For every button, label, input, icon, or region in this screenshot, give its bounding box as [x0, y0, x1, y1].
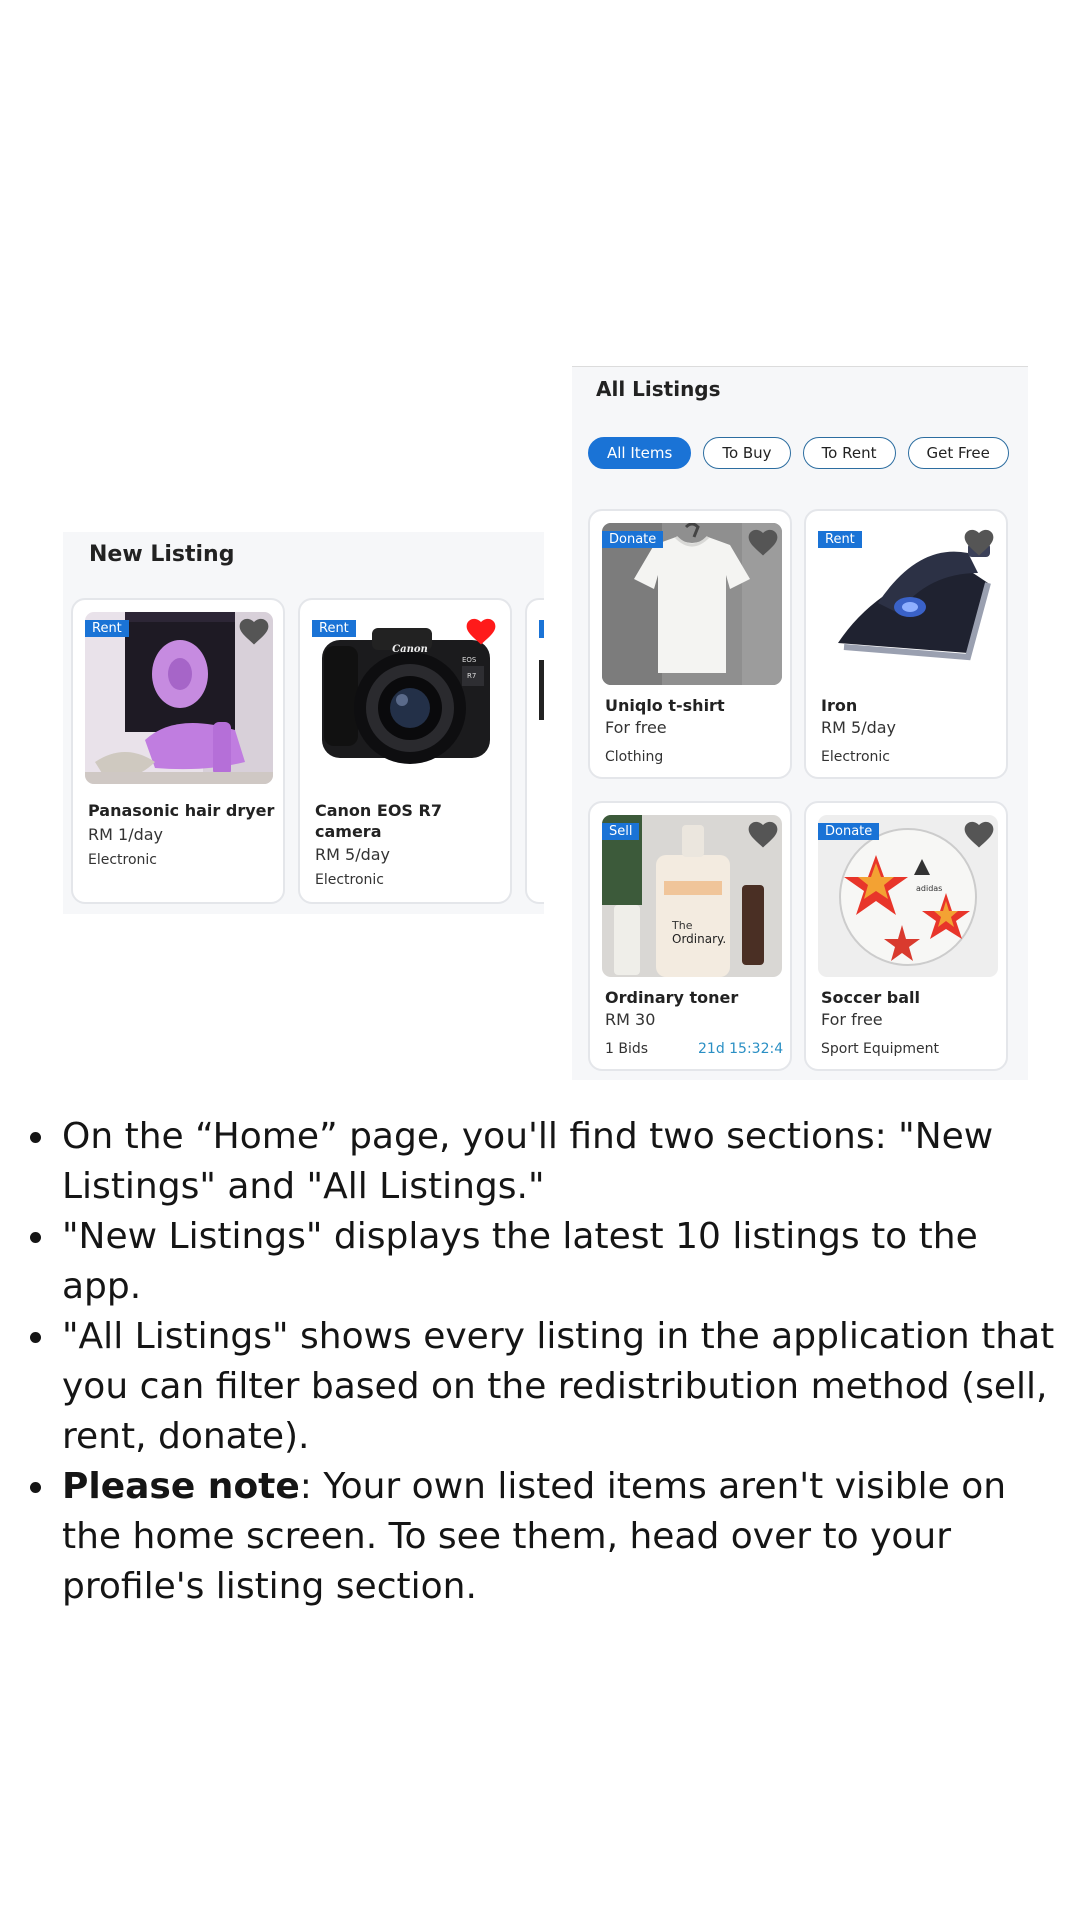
listing-card-iron[interactable]: Rent Iron RM 5/day Electronic — [804, 509, 1008, 779]
new-listing-title: New Listing — [89, 542, 235, 567]
partial-photo — [539, 660, 544, 720]
listing-card-partial[interactable] — [525, 598, 544, 904]
listing-card-tshirt[interactable]: Donate Uniqlo t-shirt For free Clothing — [588, 509, 792, 779]
note-own-items: Please note: Your own listed items aren'… — [26, 1462, 1056, 1612]
note-text: "All Listings" shows every listing in th… — [62, 1316, 1055, 1457]
listing-card-hair-dryer[interactable]: Rent Panasonic hair dryer RM 1/day Elect… — [71, 598, 285, 904]
listing-card-soccer-ball[interactable]: adidas Donate Soccer ball For free Sport… — [804, 801, 1008, 1071]
listing-tag: Donate — [602, 531, 664, 548]
listing-title-line-1: Canon EOS R7 — [315, 801, 442, 820]
listing-tag: Rent — [85, 620, 129, 637]
all-listings-title: All Listings — [596, 377, 721, 401]
listing-title: Panasonic hair dryer — [88, 801, 275, 820]
note-home-sections: On the “Home” page, you'll find two sect… — [26, 1112, 1056, 1212]
filter-to-rent[interactable]: To Rent — [802, 437, 896, 469]
filter-get-free[interactable]: Get Free — [907, 437, 1009, 469]
note-new-listings: "New Listings" displays the latest 10 li… — [26, 1212, 1056, 1312]
listing-price: RM 5/day — [315, 845, 391, 864]
favorite-heart-icon[interactable] — [466, 618, 496, 646]
listing-card-toner[interactable]: The Ordinary. Sell Ordinary toner RM 30 … — [588, 801, 792, 1071]
listing-category: Clothing — [605, 749, 664, 765]
listing-tag: Rent — [818, 531, 862, 548]
note-emphasis: Please note — [62, 1466, 300, 1507]
listing-tag-partial — [539, 620, 544, 638]
listing-title: Uniqlo t-shirt — [605, 696, 725, 715]
listing-title: Soccer ball — [821, 988, 921, 1007]
listing-category: Electronic — [88, 852, 158, 868]
listing-price: RM 1/day — [88, 825, 164, 844]
listing-title-line-2: camera — [315, 822, 382, 841]
listing-price: For free — [821, 1010, 883, 1029]
listing-category: Electronic — [821, 749, 891, 765]
bid-count: 1 Bids — [605, 1041, 649, 1057]
all-listings-section: All Listings All Items To Buy To Rent Ge… — [572, 366, 1028, 1080]
favorite-heart-icon[interactable] — [964, 821, 994, 849]
listing-price: RM 5/day — [821, 718, 897, 737]
listing-tag: Donate — [818, 823, 880, 840]
listing-price: For free — [605, 718, 667, 737]
svg-text:The: The — [671, 919, 693, 932]
filter-all-items[interactable]: All Items — [588, 437, 692, 469]
filter-to-buy[interactable]: To Buy — [703, 437, 791, 469]
svg-text:EOS: EOS — [462, 656, 477, 664]
favorite-heart-icon[interactable] — [748, 529, 778, 557]
listing-category: Sport Equipment — [821, 1041, 940, 1057]
svg-text:Canon: Canon — [392, 644, 428, 655]
listing-title: Ordinary toner — [605, 988, 739, 1007]
listing-price: RM 30 — [605, 1010, 656, 1029]
explanation-list: On the “Home” page, you'll find two sect… — [26, 1112, 1056, 1612]
svg-text:R7: R7 — [467, 672, 476, 680]
listing-tag: Rent — [312, 620, 356, 637]
favorite-heart-icon[interactable] — [239, 618, 269, 646]
svg-text:adidas: adidas — [916, 884, 942, 893]
filter-chips: All Items To Buy To Rent Get Free — [588, 437, 1009, 469]
favorite-heart-icon[interactable] — [964, 529, 994, 557]
favorite-heart-icon[interactable] — [748, 821, 778, 849]
note-text: "New Listings" displays the latest 10 li… — [62, 1216, 978, 1307]
listing-category: Electronic — [315, 872, 385, 888]
svg-text:Ordinary.: Ordinary. — [672, 932, 726, 946]
auction-timer: 21d 15:32:4 — [698, 1041, 784, 1057]
listing-tag: Sell — [602, 823, 640, 840]
new-listing-section: New Listing Rent Panasonic hair dryer RM… — [63, 532, 544, 914]
note-text: On the “Home” page, you'll find two sect… — [62, 1116, 994, 1207]
listing-card-camera[interactable]: EOS R7 Canon Rent Canon EOS R7 camera RM… — [298, 598, 512, 904]
listing-title: Iron — [821, 696, 858, 715]
note-all-listings: "All Listings" shows every listing in th… — [26, 1312, 1056, 1462]
